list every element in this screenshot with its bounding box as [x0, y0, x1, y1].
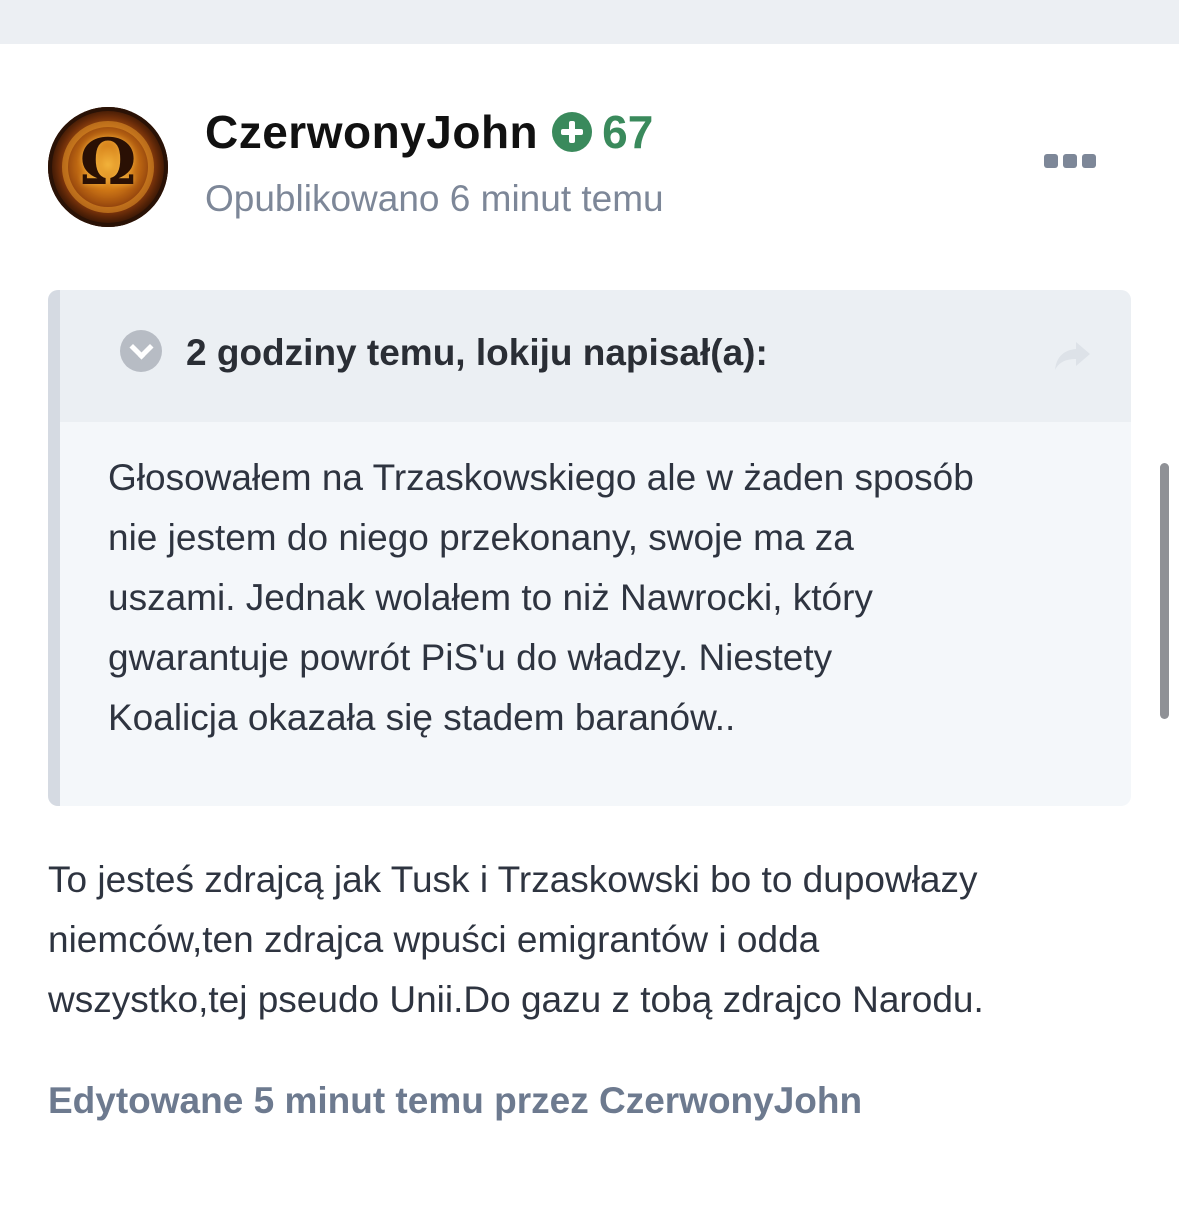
chevron-down-icon[interactable]	[120, 330, 162, 372]
post-line: wszystko,tej pseudo Unii.Do gazu z tobą …	[48, 979, 984, 1020]
quote-block: 2 godziny temu, lokiju napisał(a): Głoso…	[48, 290, 1131, 806]
scrollbar-thumb[interactable]	[1160, 463, 1169, 719]
quote-header: 2 godziny temu, lokiju napisał(a):	[60, 290, 1131, 422]
edited-note: Edytowane 5 minut temu przez CzerwonyJoh…	[48, 1080, 863, 1121]
post-timestamp[interactable]: Opublikowano 6 minut temu	[205, 178, 664, 220]
reputation-count: 67	[602, 106, 654, 158]
quote-citation: 2 godziny temu, lokiju napisał(a):	[186, 332, 768, 373]
quote-line: Głosowałem na Trzaskowskiego ale w żaden…	[108, 457, 974, 498]
ellipsis-icon[interactable]	[1044, 152, 1096, 170]
ellipsis-dot	[1082, 154, 1096, 168]
ellipsis-dot	[1063, 154, 1077, 168]
post-content: To jesteś zdrajcą jak Tusk i Trzaskowski…	[48, 850, 1148, 1030]
quote-text: Głosowałem na Trzaskowskiego ale w żaden…	[108, 448, 1108, 748]
omega-avatar-icon: Ω	[79, 125, 137, 200]
post-page: Ω CzerwonyJohn 67 Opublikowano 6 minut t…	[0, 0, 1179, 1207]
top-divider-band	[0, 0, 1179, 44]
author-line: CzerwonyJohn 67	[205, 104, 653, 160]
post-line: niemców,ten zdrajca wpuści emigrantów i …	[48, 919, 820, 960]
quote-line: nie jestem do niego przekonany, swoje ma…	[108, 517, 854, 558]
author-avatar[interactable]: Ω	[48, 107, 168, 227]
quote-line: Koalicja okazała się stadem baranów..	[108, 697, 736, 738]
quote-line: gwarantuje powrót PiS'u do władzy. Niest…	[108, 637, 833, 678]
quote-line: uszami. Jednak wolałem to niż Nawrocki, …	[108, 577, 873, 618]
reputation-plus-icon	[552, 112, 593, 152]
share-arrow-icon[interactable]	[1050, 336, 1094, 376]
quote-left-bar	[48, 290, 60, 806]
post-line: To jesteś zdrajcą jak Tusk i Trzaskowski…	[48, 859, 978, 900]
author-name[interactable]: CzerwonyJohn	[205, 105, 538, 159]
ellipsis-dot	[1044, 154, 1058, 168]
